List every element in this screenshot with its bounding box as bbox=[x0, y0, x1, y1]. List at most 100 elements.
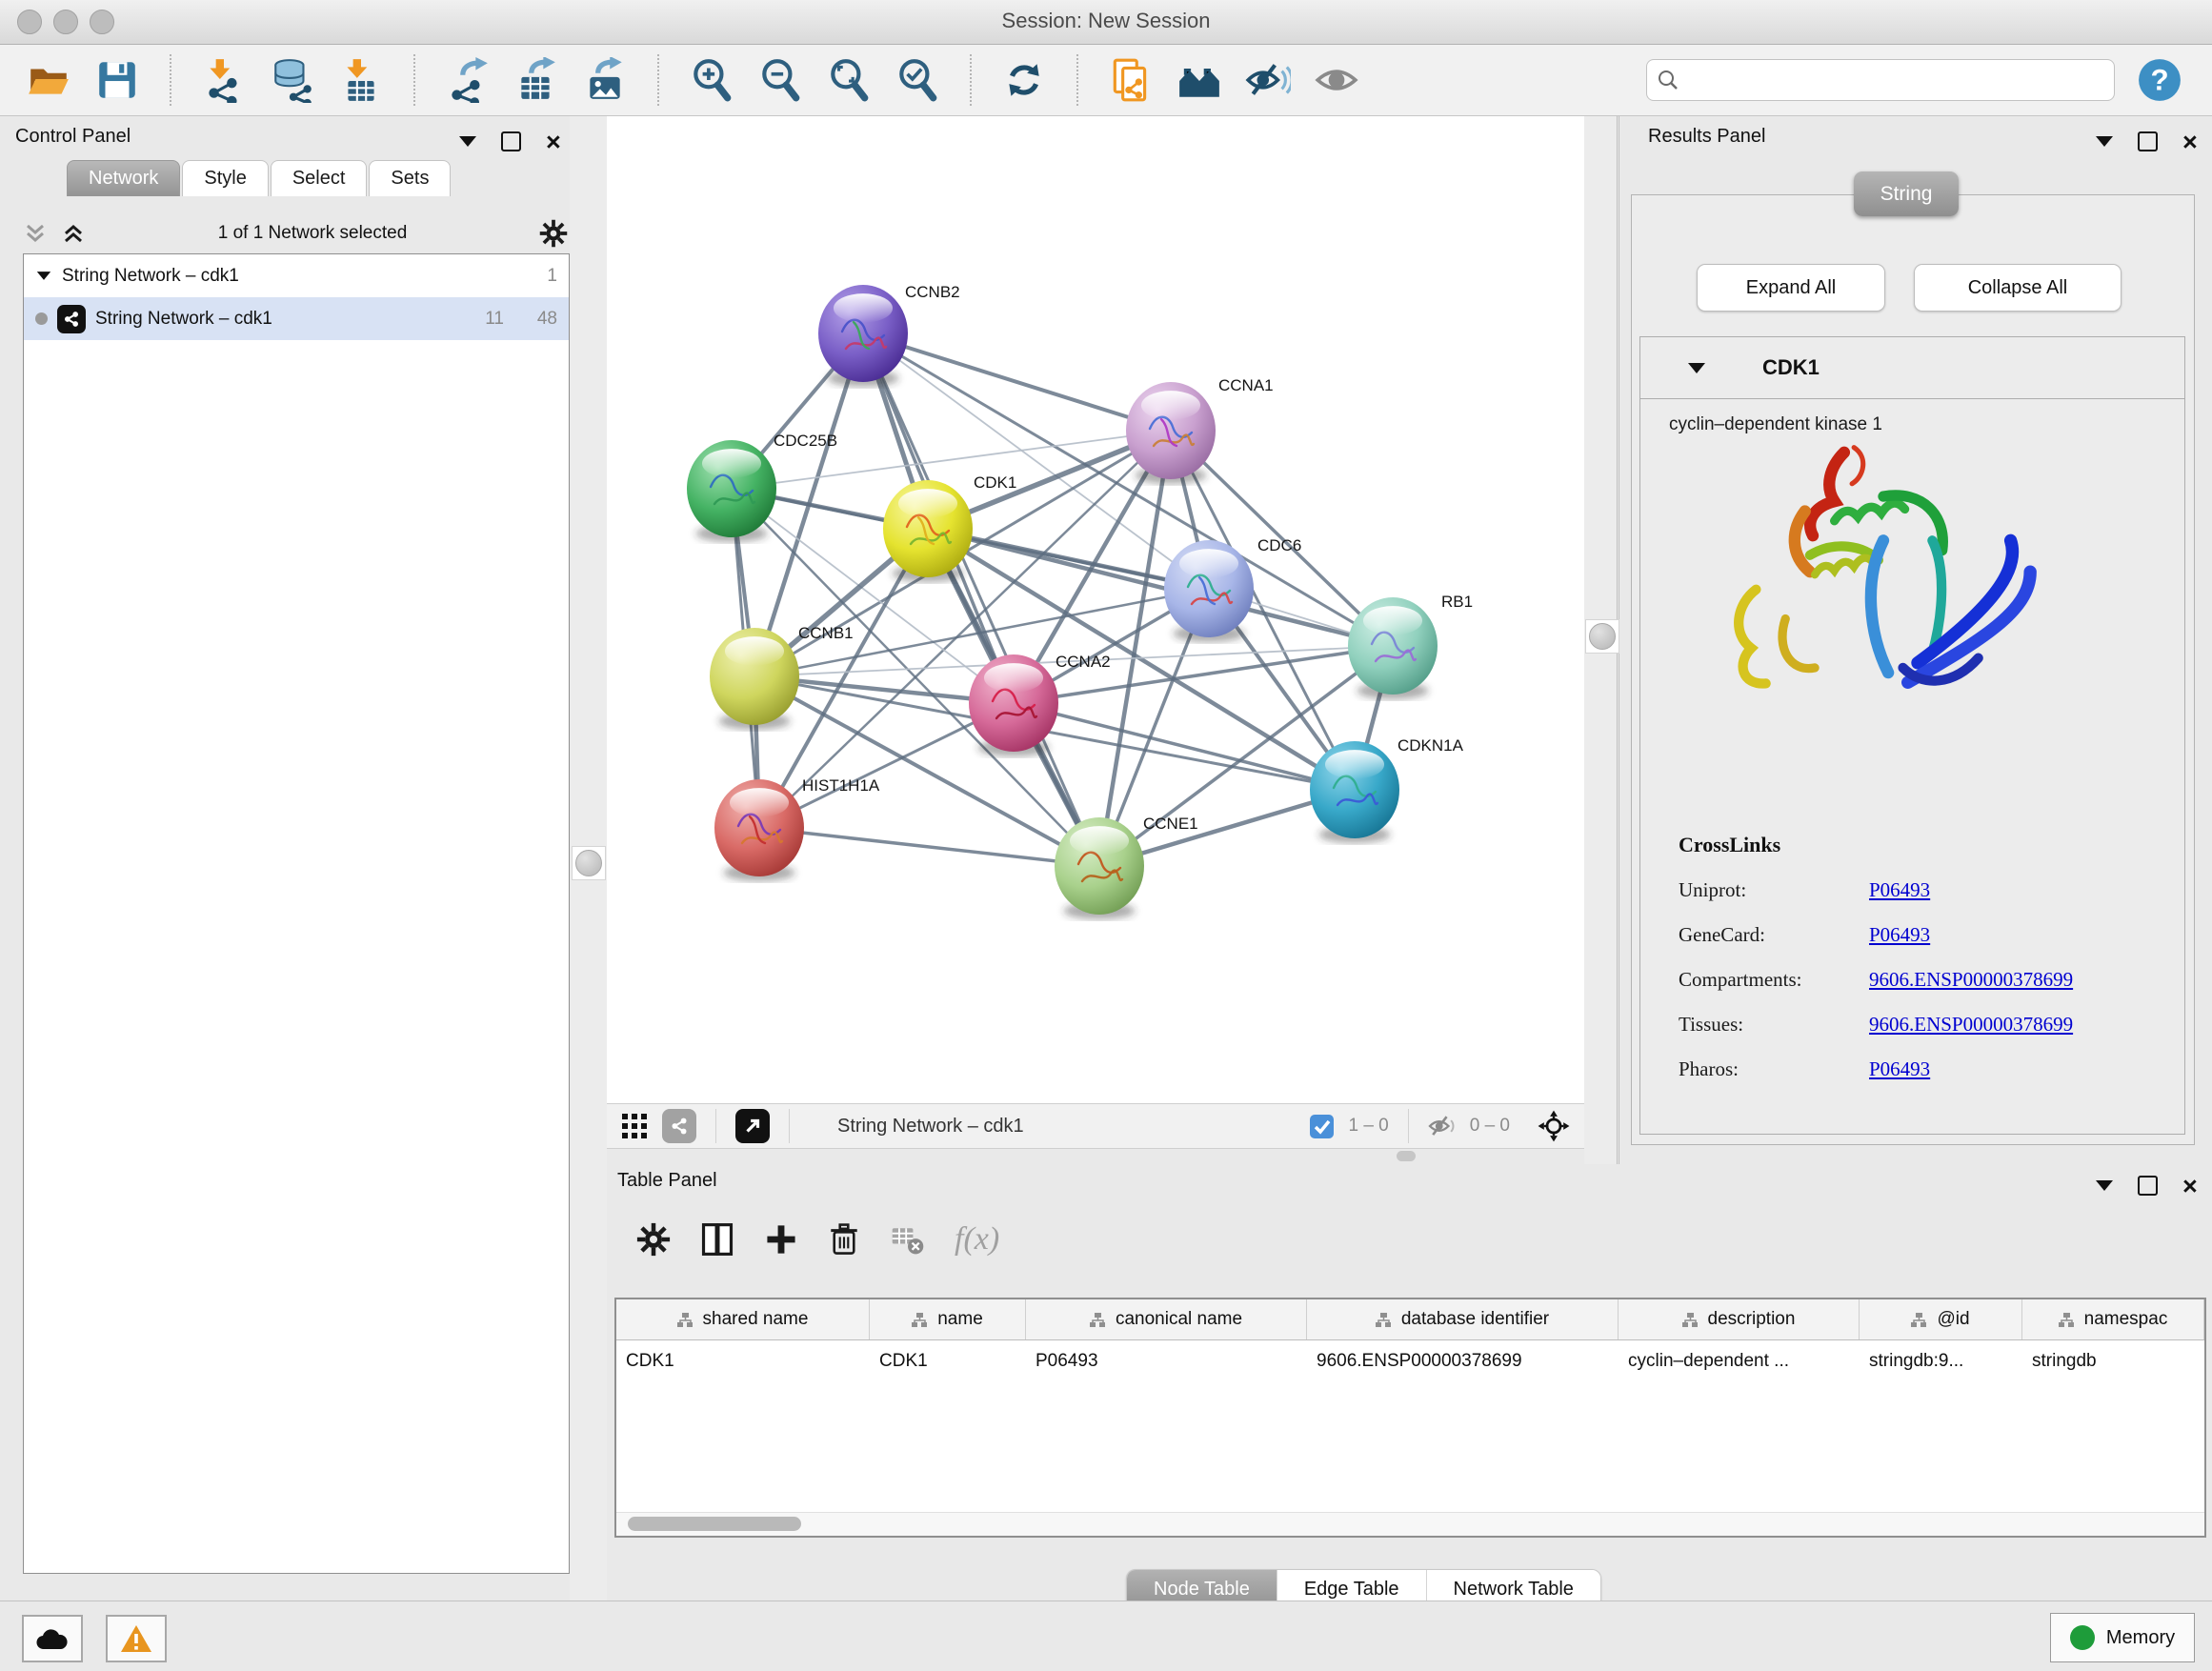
control-panel-menu-icon[interactable] bbox=[459, 136, 476, 147]
horizontal-splitter-grip[interactable] bbox=[1397, 1151, 1416, 1161]
title-bar[interactable]: Session: New Session bbox=[0, 0, 2212, 45]
network-node-cdc25b[interactable] bbox=[687, 440, 776, 537]
apply-layout-button[interactable] bbox=[1000, 56, 1048, 104]
help-button[interactable]: ? bbox=[2136, 56, 2183, 104]
network-share-button[interactable] bbox=[662, 1109, 696, 1143]
splitter-grip[interactable] bbox=[572, 846, 606, 880]
home-button[interactable] bbox=[1176, 56, 1223, 104]
column-header-@id[interactable]: @id bbox=[1860, 1299, 2022, 1339]
zoom-selected-button[interactable] bbox=[894, 56, 941, 104]
table-panel-menu-icon[interactable] bbox=[2096, 1180, 2113, 1191]
delete-column-icon[interactable] bbox=[827, 1222, 861, 1257]
export-network-button[interactable] bbox=[444, 56, 492, 104]
network-node-ccnb1[interactable] bbox=[710, 628, 799, 725]
column-header-canonical-name[interactable]: canonical name bbox=[1026, 1299, 1307, 1339]
crosslink-link[interactable]: P06493 bbox=[1869, 1057, 1930, 1081]
duplicate-network-button[interactable] bbox=[1107, 56, 1155, 104]
zoom-fit-button[interactable] bbox=[825, 56, 873, 104]
export-image-button[interactable] bbox=[581, 56, 629, 104]
network-node-ccna1[interactable] bbox=[1126, 382, 1216, 479]
network-node-cdkn1a[interactable] bbox=[1310, 741, 1399, 838]
table-cell[interactable]: P06493 bbox=[1026, 1340, 1307, 1382]
control-panel-close-icon[interactable]: × bbox=[546, 132, 561, 151]
collection-expand-icon[interactable] bbox=[37, 272, 50, 280]
export-table-button[interactable] bbox=[513, 56, 560, 104]
column-header-shared-name[interactable]: shared name bbox=[616, 1299, 870, 1339]
tab-sets[interactable]: Sets bbox=[369, 160, 451, 196]
tab-select[interactable]: Select bbox=[271, 160, 368, 196]
tab-style[interactable]: Style bbox=[182, 160, 268, 196]
tab-network[interactable]: Network bbox=[67, 160, 180, 196]
table-row[interactable]: CDK1CDK1P064939606.ENSP00000378699cyclin… bbox=[616, 1340, 2204, 1382]
network-edge[interactable] bbox=[863, 333, 1099, 866]
crosslink-link[interactable]: P06493 bbox=[1869, 923, 1930, 947]
results-panel-close-icon[interactable]: × bbox=[2182, 132, 2198, 151]
network-node-cdc6[interactable] bbox=[1164, 540, 1254, 637]
table-panel-close-icon[interactable]: × bbox=[2182, 1177, 2198, 1196]
table-cell[interactable]: stringdb bbox=[2022, 1340, 2204, 1382]
expand-all-button[interactable]: Expand All bbox=[1697, 264, 1885, 312]
expand-all-icon[interactable] bbox=[61, 221, 86, 246]
crosslink-link[interactable]: P06493 bbox=[1869, 878, 1930, 902]
table-cell[interactable]: CDK1 bbox=[870, 1340, 1026, 1382]
crosslink-link[interactable]: 9606.ENSP00000378699 bbox=[1869, 968, 2073, 992]
column-header-database-identifier[interactable]: database identifier bbox=[1307, 1299, 1619, 1339]
open-session-button[interactable] bbox=[25, 56, 72, 104]
right-splitter[interactable] bbox=[1584, 116, 1619, 1164]
network-edge[interactable] bbox=[863, 333, 1171, 431]
network-row-selected[interactable]: String Network – cdk1 11 48 bbox=[24, 297, 569, 340]
network-edge[interactable] bbox=[759, 828, 1099, 866]
collapse-all-icon[interactable] bbox=[23, 221, 48, 246]
gene-section-header[interactable]: CDK1 bbox=[1640, 337, 2184, 399]
crosslink-link[interactable]: 9606.ENSP00000378699 bbox=[1869, 1013, 2073, 1037]
open-in-new-window-button[interactable] bbox=[735, 1109, 770, 1143]
import-table-button[interactable] bbox=[337, 56, 385, 104]
table-panel-float-icon[interactable] bbox=[2138, 1176, 2158, 1196]
network-node-cdk1[interactable] bbox=[883, 480, 973, 577]
table-gear-icon[interactable] bbox=[636, 1222, 671, 1257]
warning-status-button[interactable] bbox=[106, 1615, 167, 1662]
selected-checkbox-icon[interactable] bbox=[1309, 1114, 1335, 1139]
memory-button[interactable]: Memory bbox=[2050, 1613, 2195, 1662]
hscrollbar-thumb[interactable] bbox=[628, 1517, 801, 1531]
gene-expand-icon[interactable] bbox=[1688, 363, 1705, 373]
table-cell[interactable]: stringdb:9... bbox=[1860, 1340, 2022, 1382]
network-canvas[interactable]: CCNB2CCNA1CDC25BCDK1CDC6RB1CCNB1CCNA2CDK… bbox=[607, 116, 1584, 1103]
gear-icon[interactable] bbox=[539, 219, 568, 248]
import-network-from-database-button[interactable] bbox=[269, 56, 316, 104]
zoom-out-button[interactable] bbox=[756, 56, 804, 104]
results-panel-float-icon[interactable] bbox=[2138, 131, 2158, 151]
add-column-icon[interactable] bbox=[764, 1222, 798, 1257]
column-header-name[interactable]: name bbox=[870, 1299, 1026, 1339]
results-panel-menu-icon[interactable] bbox=[2096, 136, 2113, 147]
table-cell[interactable]: CDK1 bbox=[616, 1340, 870, 1382]
table-cell[interactable]: cyclin–dependent ... bbox=[1619, 1340, 1860, 1382]
table-hscrollbar[interactable] bbox=[616, 1512, 2204, 1536]
network-node-ccna2[interactable] bbox=[969, 654, 1058, 752]
import-network-button[interactable] bbox=[200, 56, 248, 104]
show-columns-icon[interactable] bbox=[699, 1221, 735, 1258]
search-input[interactable] bbox=[1687, 69, 2104, 91]
network-node-ccne1[interactable] bbox=[1055, 817, 1144, 915]
save-session-button[interactable] bbox=[93, 56, 141, 104]
network-node-rb1[interactable] bbox=[1348, 597, 1438, 695]
tab-string[interactable]: String bbox=[1854, 171, 1959, 216]
show-all-button[interactable] bbox=[1313, 56, 1360, 104]
network-svg[interactable]: CCNB2CCNA1CDC25BCDK1CDC6RB1CCNB1CCNA2CDK… bbox=[607, 116, 1584, 1103]
cloud-status-button[interactable] bbox=[22, 1615, 83, 1662]
control-panel-float-icon[interactable] bbox=[501, 131, 521, 151]
column-header-description[interactable]: description bbox=[1619, 1299, 1860, 1339]
collapse-all-button[interactable]: Collapse All bbox=[1914, 264, 2122, 312]
birdseye-grid-icon[interactable] bbox=[620, 1112, 649, 1140]
splitter-grip[interactable] bbox=[1585, 619, 1619, 654]
left-splitter[interactable] bbox=[570, 116, 607, 1601]
hide-selected-button[interactable] bbox=[1244, 56, 1292, 104]
network-node-hist1h1a[interactable] bbox=[714, 779, 804, 876]
column-header-namespac[interactable]: namespac bbox=[2022, 1299, 2204, 1339]
network-collection-row[interactable]: String Network – cdk1 1 bbox=[24, 254, 569, 297]
network-node-ccnb2[interactable] bbox=[818, 285, 908, 382]
table-cell[interactable]: 9606.ENSP00000378699 bbox=[1307, 1340, 1619, 1382]
crosshair-icon[interactable] bbox=[1537, 1109, 1571, 1143]
zoom-in-button[interactable] bbox=[688, 56, 735, 104]
column-header-label: name bbox=[937, 1309, 983, 1330]
